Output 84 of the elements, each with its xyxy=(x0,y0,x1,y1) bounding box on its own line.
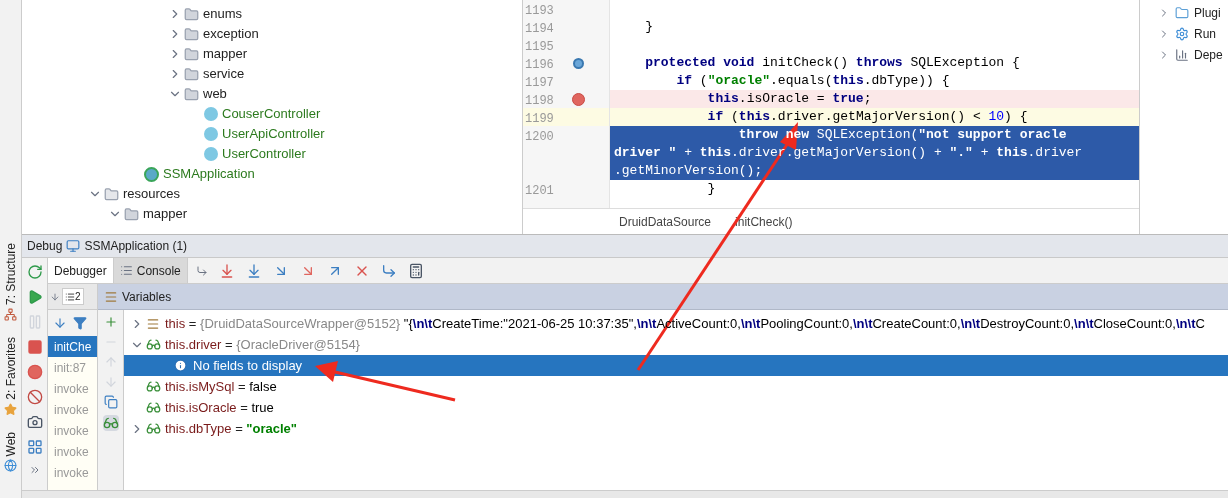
tree-item[interactable]: mapper xyxy=(203,44,248,64)
line-number: 1201 xyxy=(525,184,554,198)
star-icon xyxy=(4,402,17,416)
breakpoint-icon[interactable] xyxy=(571,92,585,106)
folder-icon xyxy=(124,206,139,222)
variable-entry[interactable]: this.dbType = "oracle" xyxy=(165,418,297,439)
line-number: 1194 xyxy=(525,22,554,36)
tree-item[interactable]: Depe xyxy=(1194,45,1223,64)
line-number: 1200 xyxy=(525,130,554,144)
watch-icon xyxy=(146,400,161,415)
tab[interactable]: Console xyxy=(113,258,188,283)
line-number: 1196 xyxy=(525,58,554,72)
folder-icon xyxy=(184,26,199,42)
class-icon xyxy=(204,147,218,161)
variables-icon xyxy=(104,289,118,304)
folder-icon xyxy=(184,66,199,82)
tree-item[interactable]: Run xyxy=(1194,24,1216,43)
tree-item[interactable]: web xyxy=(203,84,227,104)
copy-icon[interactable] xyxy=(103,395,118,409)
tree-item[interactable]: exception xyxy=(203,24,259,44)
folder-icon xyxy=(1175,5,1189,20)
gear-icon xyxy=(1175,26,1189,41)
tree-item[interactable]: enums xyxy=(203,4,243,24)
class-icon xyxy=(204,107,218,121)
code-line: protected void initCheck() throws SQLException { xyxy=(644,54,1021,72)
tool-window-button[interactable]: 7: Structure xyxy=(1,243,20,306)
tool-window-button[interactable]: 2: Favorites xyxy=(1,337,20,400)
run-configuration-tab[interactable]: SSMApplication (1) xyxy=(84,237,188,255)
line-number: 1193 xyxy=(525,4,554,18)
method-breakpoint-icon[interactable] xyxy=(572,57,584,69)
object-icon xyxy=(146,316,160,331)
line-number: 1195 xyxy=(525,40,554,54)
variable-entry[interactable]: this.isOracle = true xyxy=(165,397,274,418)
tree-item[interactable]: Plugi xyxy=(1194,3,1221,22)
tree-item[interactable]: SSMApplication xyxy=(163,164,255,184)
filter-icon[interactable] xyxy=(73,316,87,330)
tab[interactable]: Debugger xyxy=(48,258,114,283)
structure-icon xyxy=(4,308,17,322)
app-icon xyxy=(144,166,159,182)
line-number: 1199 xyxy=(525,112,554,126)
watches-toggle-icon[interactable] xyxy=(102,415,119,431)
info-icon xyxy=(174,359,187,372)
breakpoints-icon[interactable] xyxy=(26,364,43,380)
monitor-icon xyxy=(66,239,81,253)
add-watch-icon[interactable] xyxy=(103,315,118,329)
folder-icon xyxy=(184,86,199,102)
line-number: 1197 xyxy=(525,76,554,90)
panel-title: Debug xyxy=(27,238,63,255)
thread-selector[interactable]: 2 xyxy=(62,288,84,305)
tree-item[interactable]: service xyxy=(203,64,245,84)
panel-title: Variables xyxy=(122,288,172,306)
variable-entry[interactable]: this.driver = {OracleDriver@5154} xyxy=(165,334,360,355)
list-icon xyxy=(65,291,75,302)
folder-icon xyxy=(104,186,119,202)
watch-icon xyxy=(146,337,161,352)
tree-item[interactable]: mapper xyxy=(143,204,188,224)
stack-frame[interactable]: initChe xyxy=(48,336,97,357)
console-icon xyxy=(119,264,133,277)
tree-item[interactable]: UserApiController xyxy=(222,124,325,144)
run-to-cursor-icon[interactable] xyxy=(380,262,397,279)
code-line: } xyxy=(706,180,717,198)
watch-icon xyxy=(146,421,161,436)
line-number: 1198 xyxy=(525,94,554,108)
more-icon[interactable] xyxy=(28,464,41,476)
globe-icon xyxy=(4,459,17,473)
watch-icon xyxy=(146,379,161,394)
variable-entry[interactable]: this.isMySql = false xyxy=(165,376,277,397)
layout-icon[interactable] xyxy=(26,439,43,455)
tool-window-button[interactable]: Web xyxy=(1,431,20,457)
tree-item[interactable]: UserController xyxy=(222,144,306,164)
tree-item[interactable]: CouserController xyxy=(222,104,321,124)
tree-item[interactable]: resources xyxy=(123,184,181,204)
message-text[interactable]: No fields to display xyxy=(193,355,303,376)
stop-icon[interactable] xyxy=(26,339,43,355)
class-icon xyxy=(204,127,218,141)
code-line: if ("oracle".equals(this.dbType)) { xyxy=(675,72,951,90)
code-line: } xyxy=(644,18,654,36)
camera-icon[interactable] xyxy=(26,414,43,430)
folder-icon xyxy=(184,6,199,22)
rerun-icon[interactable] xyxy=(26,264,43,280)
mute-breakpoints-icon[interactable] xyxy=(26,389,43,405)
breadcrumb[interactable]: DruidDataSource xyxy=(619,212,712,231)
evaluate-icon[interactable] xyxy=(407,262,424,279)
folder-icon xyxy=(184,46,199,62)
